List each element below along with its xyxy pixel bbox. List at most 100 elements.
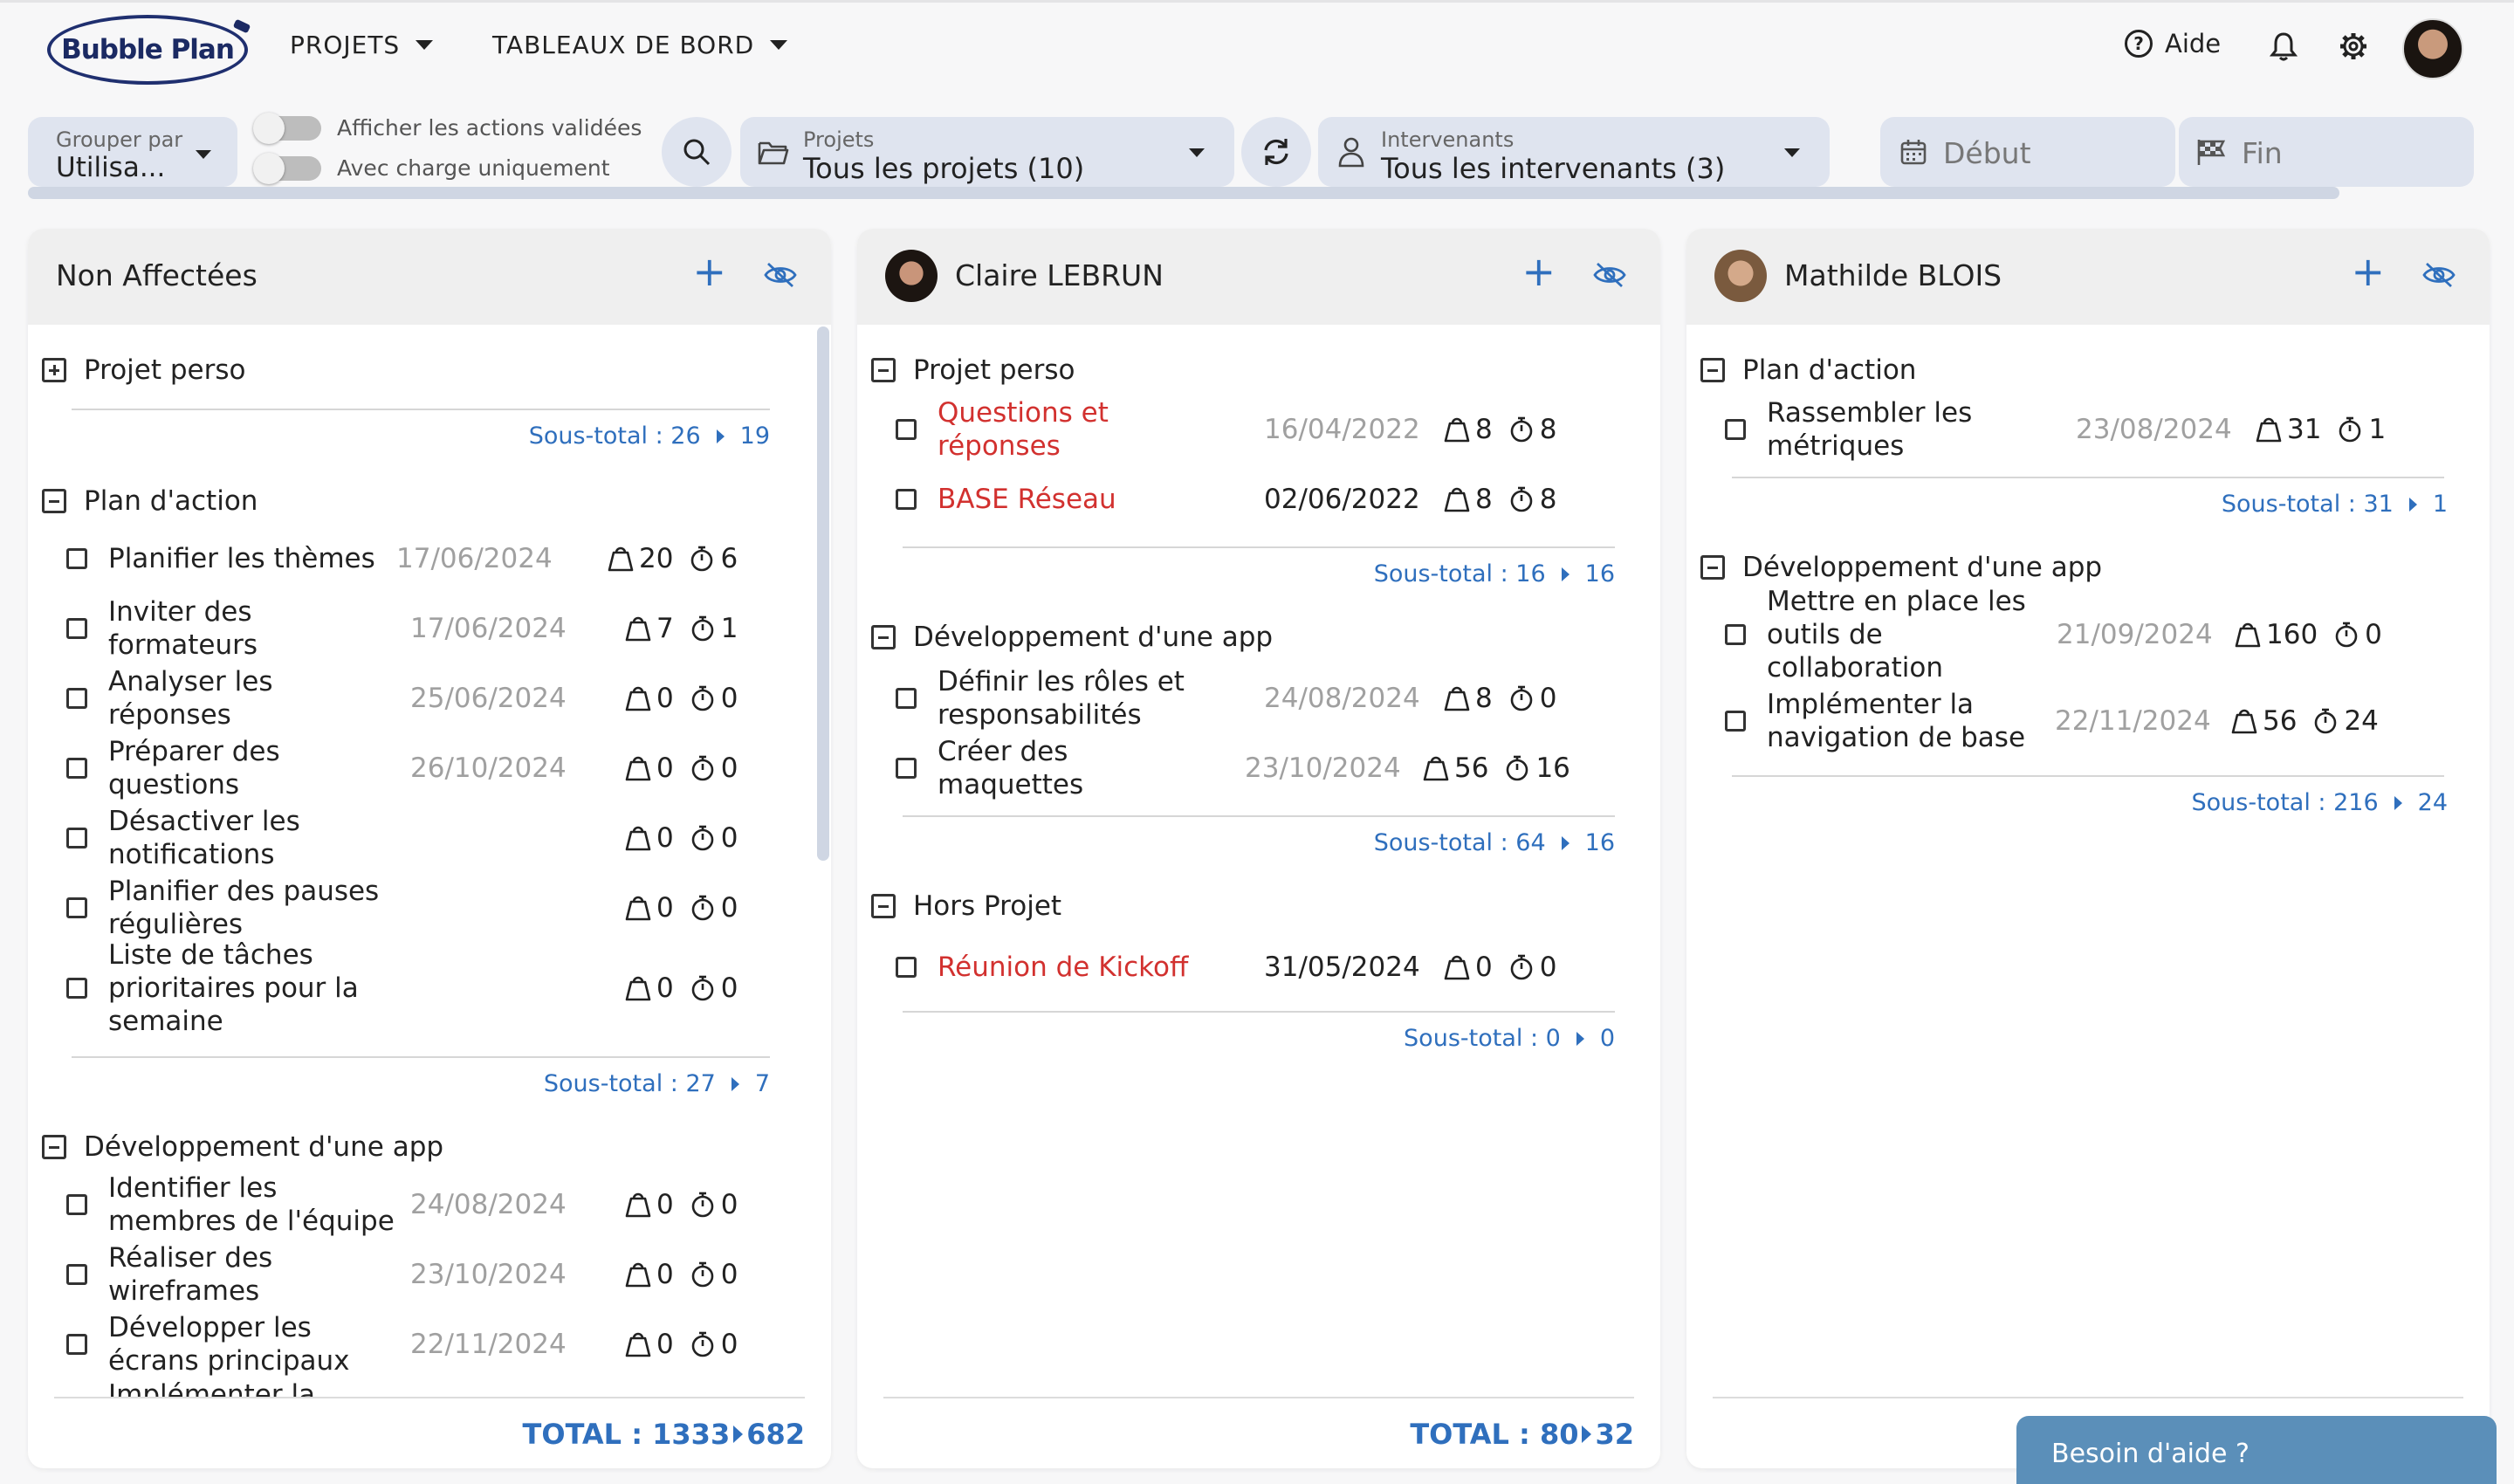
task-checkbox[interactable]	[66, 1264, 87, 1285]
triangle-right-icon	[2394, 795, 2402, 810]
task-row[interactable]: Liste de tâches prioritaires pour la sem…	[63, 939, 796, 1037]
task-checkbox[interactable]	[66, 1334, 87, 1355]
task-checkbox[interactable]	[896, 758, 917, 779]
chevron-down-icon	[1189, 148, 1205, 157]
help-button[interactable]: ? Aide	[2125, 29, 2221, 58]
task-checkbox[interactable]	[66, 618, 87, 639]
filter-bar: Grouper par Utilisa... Afficher les acti…	[0, 112, 2514, 201]
column-body[interactable]: Plan d'action Rassembler les métriques 2…	[1686, 325, 2490, 1468]
user-avatar[interactable]	[2402, 18, 2463, 79]
task-date: 02/06/2022	[1264, 484, 1420, 515]
expand-icon[interactable]	[42, 358, 66, 382]
weight-icon	[625, 686, 651, 711]
collapse-icon[interactable]	[1700, 358, 1725, 382]
task-row[interactable]: Définir les rôles et responsabilités 24/…	[892, 663, 1625, 733]
task-checkbox[interactable]	[1725, 419, 1746, 440]
toggle-validated[interactable]	[253, 112, 321, 144]
weight-icon	[625, 756, 651, 781]
group-header[interactable]: Projet perso	[871, 354, 1075, 386]
subtotal-label: Sous-total : 26	[528, 423, 701, 450]
task-row[interactable]: Questions et réponses 16/04/2022 8 8	[892, 395, 1625, 464]
task-name: Préparer des questions	[108, 736, 280, 800]
column-body[interactable]: Projet perso Sous-total : 26 19 Plan d'a…	[28, 325, 831, 1468]
task-row[interactable]: Réaliser des wireframes 23/10/2024 0 0	[63, 1240, 796, 1309]
task-row[interactable]: BASE Réseau 02/06/2022 8 8	[892, 464, 1625, 534]
avatar	[885, 250, 938, 302]
task-load: 0	[1475, 952, 1493, 983]
task-checkbox[interactable]	[66, 758, 87, 779]
task-checkbox[interactable]	[896, 419, 917, 440]
add-task-button[interactable]: +	[1521, 251, 1556, 292]
task-checkbox[interactable]	[66, 828, 87, 848]
task-row[interactable]: Inviter des formateurs 17/06/2024 7 1	[63, 594, 796, 663]
task-checkbox[interactable]	[66, 1194, 87, 1215]
column-title: Claire LEBRUN	[955, 258, 1164, 292]
task-row[interactable]: Identifier les membres de l'équipe 24/08…	[63, 1170, 796, 1240]
eye-off-icon[interactable]	[763, 260, 798, 290]
column-body[interactable]: Projet perso Questions et réponses 16/04…	[857, 325, 1660, 1468]
task-row[interactable]: Mettre en place les outils de collaborat…	[1721, 585, 2455, 684]
horizontal-scrollbar[interactable]	[28, 187, 2339, 199]
logo[interactable]: Bubble Plan	[47, 15, 248, 85]
start-date-input[interactable]: Début	[1880, 117, 2175, 187]
group-header[interactable]: Développement d'une app	[42, 1131, 443, 1163]
task-row[interactable]: Désactiver les notifications 0 0	[63, 803, 796, 873]
group-header[interactable]: Développement d'une app	[1700, 552, 2102, 583]
task-checkbox[interactable]	[896, 957, 917, 978]
end-date-input[interactable]: Fin	[2179, 117, 2474, 187]
task-date: 24/08/2024	[1264, 683, 1420, 714]
task-checkbox[interactable]	[896, 489, 917, 510]
task-row[interactable]: Préparer des questions 26/10/2024 0 0	[63, 733, 796, 803]
group-header[interactable]: Plan d'action	[42, 485, 258, 517]
group-header[interactable]: Développement d'une app	[871, 622, 1273, 653]
group-title: Projet perso	[913, 354, 1075, 386]
group-header[interactable]: Hors Projet	[871, 890, 1061, 922]
help-chat-button[interactable]: Besoin d'aide ?	[2016, 1416, 2497, 1484]
intervenants-select[interactable]: Intervenants Tous les intervenants (3)	[1318, 117, 1830, 187]
task-checkbox[interactable]	[1725, 711, 1746, 732]
collapse-icon[interactable]	[1700, 555, 1725, 580]
eye-off-icon[interactable]	[2421, 260, 2456, 290]
collapse-icon[interactable]	[871, 358, 896, 382]
collapse-icon[interactable]	[42, 1135, 66, 1159]
task-checkbox[interactable]	[66, 897, 87, 918]
task-row[interactable]: Réunion de Kickoff 31/05/2024 0 0	[892, 932, 1625, 1002]
toggle-charge-row[interactable]: Avec charge uniquement	[253, 152, 610, 184]
task-row[interactable]: Créer des maquettes 23/10/2024 56 16	[892, 733, 1625, 803]
task-row[interactable]: Implémenter la navigation de base 22/11/…	[1721, 686, 2455, 756]
menu-projets[interactable]: PROJETS	[290, 31, 434, 59]
task-checkbox[interactable]	[1725, 624, 1746, 645]
total-label: TOTAL : 1333	[522, 1418, 731, 1451]
group-header[interactable]: Plan d'action	[1700, 354, 1916, 386]
weight-icon	[625, 1192, 651, 1218]
gear-icon[interactable]	[2338, 31, 2369, 62]
task-row[interactable]: Planifier les thèmes 17/06/2024 20 6	[63, 524, 796, 594]
group-by-select[interactable]: Grouper par Utilisa...	[28, 117, 237, 187]
task-checkbox[interactable]	[66, 978, 87, 999]
toggle-charge[interactable]	[253, 152, 321, 184]
task-checkbox[interactable]	[66, 688, 87, 709]
refresh-button[interactable]	[1241, 117, 1311, 187]
task-checkbox[interactable]	[66, 548, 87, 569]
subtotal-label: Sous-total : 27	[543, 1070, 716, 1097]
intervenants-label: Intervenants	[1381, 127, 1515, 152]
projects-select[interactable]: Projets Tous les projets (10)	[740, 117, 1234, 187]
bell-icon[interactable]	[2268, 31, 2299, 62]
toggle-validated-row[interactable]: Afficher les actions validées	[253, 112, 642, 144]
menu-tableaux-de-bord[interactable]: TABLEAUX DE BORD	[492, 31, 788, 59]
task-row[interactable]: Planifier des pauses régulières 0 0	[63, 873, 796, 943]
task-row[interactable]: Analyser les réponses 25/06/2024 0 0	[63, 663, 796, 733]
eye-off-icon[interactable]	[1592, 260, 1627, 290]
vertical-scrollbar-thumb[interactable]	[817, 326, 829, 861]
group-by-value: Utilisa...	[56, 152, 166, 183]
task-checkbox[interactable]	[896, 688, 917, 709]
add-task-button[interactable]: +	[692, 251, 726, 292]
collapse-icon[interactable]	[871, 625, 896, 649]
search-button[interactable]	[662, 117, 732, 187]
add-task-button[interactable]: +	[2351, 251, 2385, 292]
task-row[interactable]: Rassembler les métriques 23/08/2024 31 1	[1721, 395, 2455, 464]
task-time: 0	[720, 1189, 738, 1220]
collapse-icon[interactable]	[42, 489, 66, 513]
group-header[interactable]: Projet perso	[42, 354, 246, 386]
collapse-icon[interactable]	[871, 894, 896, 918]
